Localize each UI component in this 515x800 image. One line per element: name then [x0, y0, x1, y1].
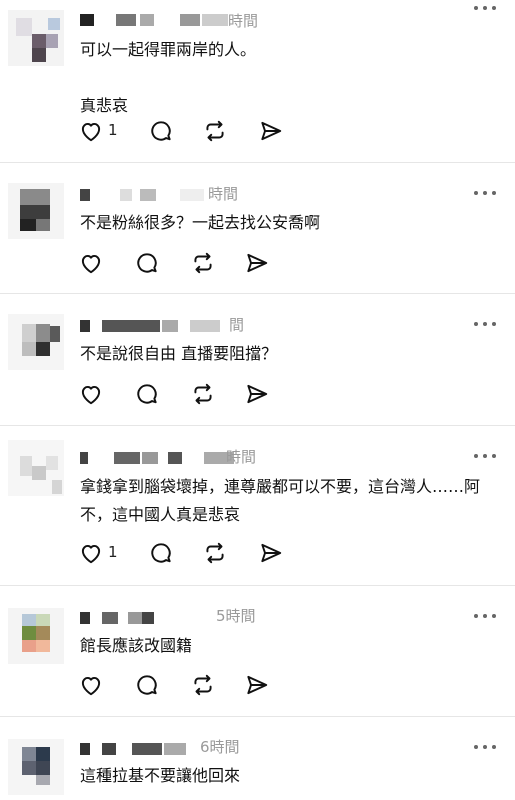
more-icon[interactable] [474, 454, 496, 460]
avatar[interactable] [8, 183, 64, 239]
heart-icon[interactable] [78, 118, 104, 144]
comment-text: 可以一起得罪兩岸的人。 真悲哀 [80, 40, 257, 115]
divider [0, 716, 515, 717]
timestamp: 時間 [208, 185, 239, 203]
avatar[interactable] [8, 10, 64, 66]
more-icon[interactable] [474, 191, 496, 197]
send-icon[interactable] [258, 118, 284, 144]
heart-icon[interactable] [78, 540, 104, 566]
more-icon[interactable] [474, 322, 496, 328]
repost-icon[interactable] [202, 540, 228, 566]
like-count: 1 [108, 121, 118, 139]
like-count: 1 [108, 543, 118, 561]
action-bar [78, 250, 338, 278]
timestamp: 6時間 [200, 738, 240, 756]
divider [0, 293, 515, 294]
more-icon[interactable] [474, 6, 496, 12]
timestamp: 時間 [226, 448, 257, 466]
heart-icon[interactable] [78, 250, 104, 276]
comment-text: 不是粉絲很多？一起去找公安喬啊 [80, 213, 321, 232]
repost-icon[interactable] [190, 381, 216, 407]
avatar[interactable] [8, 314, 64, 370]
comment-bubble-icon[interactable] [134, 250, 160, 276]
avatar[interactable] [8, 440, 64, 496]
timestamp: 5時間 [216, 607, 256, 625]
comment-text: 不是說很自由 直播要阻擋？ [80, 344, 278, 363]
repost-icon[interactable] [190, 672, 216, 698]
send-icon[interactable] [244, 672, 270, 698]
more-icon[interactable] [474, 745, 496, 751]
avatar[interactable] [8, 608, 64, 664]
comment-text: 這種拉基不要讓他回來 [80, 766, 241, 785]
repost-icon[interactable] [190, 250, 216, 276]
comment-text: 館長應該改國籍 [80, 636, 193, 655]
comment-bubble-icon[interactable] [148, 118, 174, 144]
divider [0, 162, 515, 163]
send-icon[interactable] [258, 540, 284, 566]
timestamp: 間 [229, 316, 245, 334]
heart-icon[interactable] [78, 381, 104, 407]
heart-icon[interactable] [78, 672, 104, 698]
send-icon[interactable] [244, 250, 270, 276]
send-icon[interactable] [244, 381, 270, 407]
action-bar: 1 [78, 540, 338, 568]
action-bar [78, 672, 338, 700]
action-bar: 1 [78, 118, 338, 146]
avatar[interactable] [8, 739, 64, 795]
comment-bubble-icon[interactable] [148, 540, 174, 566]
comment-bubble-icon[interactable] [134, 381, 160, 407]
more-icon[interactable] [474, 614, 496, 620]
comment-bubble-icon[interactable] [134, 672, 160, 698]
comment-text: 拿錢拿到腦袋壞掉，連尊嚴都可以不要，這台灣人……阿不，這中國人真是悲哀 [80, 477, 481, 524]
divider [0, 425, 515, 426]
action-bar [78, 381, 338, 409]
timestamp: 時間 [228, 12, 259, 30]
divider [0, 585, 515, 586]
repost-icon[interactable] [202, 118, 228, 144]
